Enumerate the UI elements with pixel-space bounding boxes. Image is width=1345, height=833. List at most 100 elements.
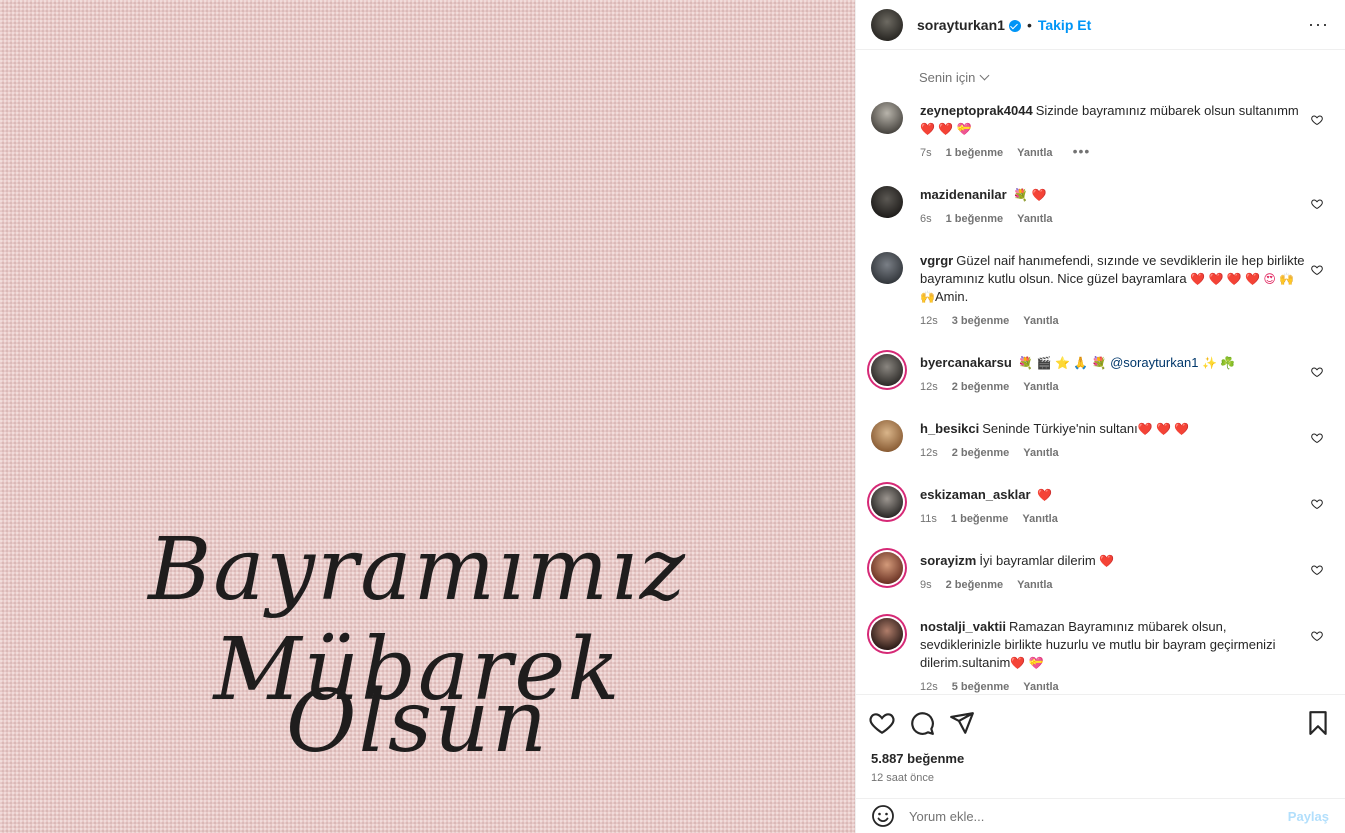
comment-mention-link[interactable]: @sorayturkan1 <box>1110 355 1198 370</box>
comment-sort-label: Senin için <box>919 70 976 85</box>
comment-time: 12s <box>920 447 938 459</box>
post-image[interactable]: Bayramımız Mübarek Olsun <box>0 0 855 833</box>
comment-icon[interactable] <box>909 710 935 736</box>
comment-emojis-trailing: ✨ ☘️ <box>1202 356 1236 370</box>
comment-meta: 12s 2 beğenme Yanıtla <box>920 446 1310 460</box>
comment-text-tail: Amin. <box>934 289 969 304</box>
comment-time: 12s <box>920 381 938 393</box>
comment-time: 12s <box>920 681 938 693</box>
reply-button[interactable]: Yanıtla <box>1023 314 1058 328</box>
commenter-avatar[interactable] <box>871 354 903 386</box>
comment-body: zeyneptoprak4044 Sizinde bayramınız mübar… <box>920 102 1310 160</box>
add-comment-bar: Paylaş <box>855 798 1345 833</box>
commenter-username[interactable]: vgrgr <box>920 253 953 268</box>
comment-text: Sizinde bayramınız mübarek olsun sultanı… <box>1035 103 1299 118</box>
comment-time: 7s <box>920 147 932 159</box>
commenter-username[interactable]: sorayizm <box>920 553 976 568</box>
post-actions-section: 5.887 beğenme 12 saat önce <box>855 694 1345 784</box>
comment-emojis: ❤️ ❤️ ❤️ <box>1137 422 1190 436</box>
comment-body: eskizaman_asklar ❤️ 11s 1 beğenme Yanıtl… <box>920 486 1310 526</box>
commenter-avatar[interactable] <box>871 486 903 518</box>
image-text-line-2: Olsun <box>286 672 549 772</box>
separator-dot: • <box>1026 16 1032 33</box>
share-send-icon[interactable] <box>949 710 975 736</box>
author-username[interactable]: sorayturkan1 <box>917 17 1005 33</box>
reply-button[interactable]: Yanıtla <box>1017 578 1052 592</box>
post-comment-button[interactable]: Paylaş <box>1288 809 1329 824</box>
reply-button[interactable]: Yanıtla <box>1023 680 1058 694</box>
commenter-avatar[interactable] <box>871 102 903 134</box>
more-options-icon[interactable]: ··· <box>1308 14 1329 35</box>
like-heart-icon[interactable] <box>869 710 895 736</box>
comment-likes[interactable]: 1 beğenme <box>946 212 1003 226</box>
commenter-username[interactable]: byercanakarsu <box>920 355 1012 370</box>
commenter-avatar[interactable] <box>871 420 903 452</box>
comment-input[interactable] <box>909 808 1269 824</box>
comment-list[interactable]: zeyneptoprak4044 Sizinde bayramınız mübar… <box>855 98 1345 694</box>
comment-meta: 12s 3 beğenme Yanıtla <box>920 314 1310 328</box>
emoji-icon[interactable] <box>871 804 895 828</box>
comment-emojis: ❤️ <box>1037 488 1053 502</box>
comment-likes[interactable]: 2 beğenme <box>952 380 1009 394</box>
comment-meta: 9s 2 beğenme Yanıtla <box>920 578 1310 592</box>
comment-body: sorayizm İyi bayramlar dilerim ❤️ 9s 2 be… <box>920 552 1310 592</box>
comment-more-icon[interactable]: ••• <box>1073 144 1091 160</box>
commenter-avatar[interactable] <box>871 252 903 284</box>
comment-meta: 7s 1 beğenme Yanıtla ••• <box>920 144 1310 160</box>
comment-body: h_besikci Seninde Türkiye'nin sultanı❤️ ❤… <box>920 420 1310 460</box>
commenter-username[interactable]: eskizaman_asklar <box>920 487 1031 502</box>
commenter-avatar[interactable] <box>871 552 903 584</box>
commenter-username[interactable]: nostalji_vaktii <box>920 619 1006 634</box>
post-modal: Bayramımız Mübarek Olsun sorayturkan1 • … <box>0 0 1345 833</box>
comment-like-heart-icon[interactable] <box>1311 564 1323 576</box>
commenter-avatar[interactable] <box>871 186 903 218</box>
comment-like-heart-icon[interactable] <box>1311 264 1323 276</box>
comment-like-heart-icon[interactable] <box>1311 114 1323 126</box>
comment-like-heart-icon[interactable] <box>1311 498 1323 510</box>
comment-sort-dropdown[interactable]: Senin için <box>919 70 990 85</box>
commenter-avatar[interactable] <box>871 618 903 650</box>
chevron-down-icon <box>979 70 990 81</box>
author-avatar[interactable] <box>871 8 903 41</box>
action-bar <box>855 695 1345 751</box>
verified-badge-icon <box>1008 19 1021 32</box>
bookmark-save-icon[interactable] <box>1305 710 1331 736</box>
comment-likes[interactable]: 2 beğenme <box>946 578 1003 592</box>
comment-likes[interactable]: 1 beğenme <box>946 146 1003 160</box>
comment-time: 12s <box>920 315 938 327</box>
comment-meta: 12s 5 beğenme Yanıtla <box>920 680 1310 694</box>
comment-text: Seninde Türkiye'nin sultanı <box>982 421 1138 436</box>
commenter-username[interactable]: h_besikci <box>920 421 979 436</box>
comment-emojis: 💐 🎬 ⭐ 🙏 💐 <box>1018 356 1107 370</box>
comment-body: byercanakarsu 💐 🎬 ⭐ 🙏 💐 @sorayturkan1 ✨ … <box>920 354 1310 394</box>
commenter-username[interactable]: zeyneptoprak4044 <box>920 103 1033 118</box>
post-header: sorayturkan1 • Takip Et ··· <box>855 0 1345 50</box>
commenter-username[interactable]: mazidenanilar <box>920 187 1007 202</box>
comment-like-heart-icon[interactable] <box>1311 630 1323 642</box>
comment-emojis: 💐 ❤️ <box>1013 188 1047 202</box>
post-like-count[interactable]: 5.887 beğenme <box>855 751 1345 766</box>
follow-button[interactable]: Takip Et <box>1038 17 1091 33</box>
reply-button[interactable]: Yanıtla <box>1022 512 1057 526</box>
comment-meta: 12s 2 beğenme Yanıtla <box>920 380 1310 394</box>
reply-button[interactable]: Yanıtla <box>1023 380 1058 394</box>
comment-likes[interactable]: 5 beğenme <box>952 680 1009 694</box>
reply-button[interactable]: Yanıtla <box>1017 212 1052 226</box>
comment-emojis: ❤️ <box>1099 554 1115 568</box>
comment-like-heart-icon[interactable] <box>1311 366 1323 378</box>
comment-emojis: ❤️ ❤️ 💝 <box>920 122 972 136</box>
comment-text: İyi bayramlar dilerim <box>979 553 1096 568</box>
comment-like-heart-icon[interactable] <box>1311 198 1323 210</box>
comment-body: vgrgr Güzel naif hanımefendi, sızınde ve … <box>920 252 1310 328</box>
comment-like-heart-icon[interactable] <box>1311 432 1323 444</box>
post-timestamp: 12 saat önce <box>871 772 934 784</box>
comment-body: nostalji_vaktii Ramazan Bayramınız mübare… <box>920 618 1310 694</box>
comments-panel: sorayturkan1 • Takip Et ··· Senin için z… <box>855 0 1345 833</box>
comment-time: 9s <box>920 579 932 591</box>
comment-likes[interactable]: 1 beğenme <box>951 512 1008 526</box>
comment-time: 6s <box>920 213 932 225</box>
comment-likes[interactable]: 2 beğenme <box>952 446 1009 460</box>
comment-likes[interactable]: 3 beğenme <box>952 314 1009 328</box>
reply-button[interactable]: Yanıtla <box>1023 446 1058 460</box>
reply-button[interactable]: Yanıtla <box>1017 146 1052 160</box>
